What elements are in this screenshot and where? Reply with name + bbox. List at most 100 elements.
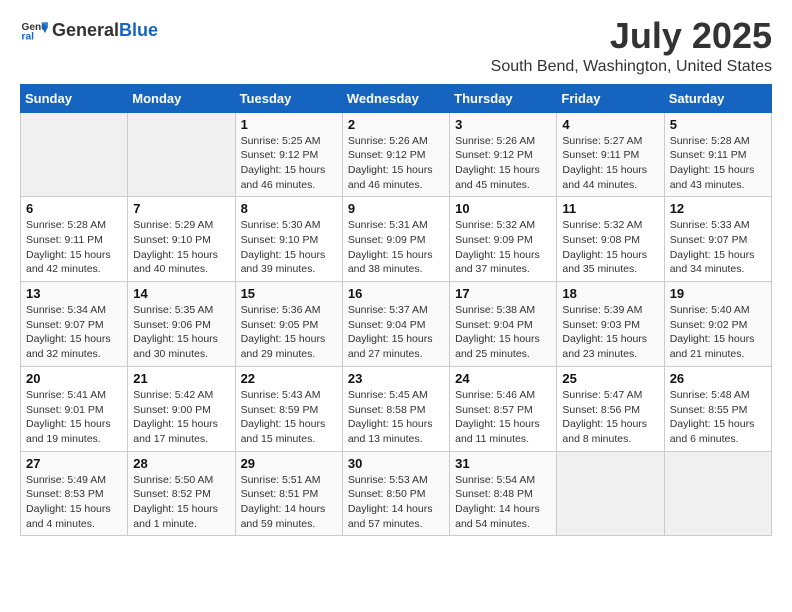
day-info: Sunrise: 5:54 AM Sunset: 8:48 PM Dayligh… xyxy=(455,473,551,532)
day-info: Sunrise: 5:45 AM Sunset: 8:58 PM Dayligh… xyxy=(348,388,444,447)
calendar-cell: 7Sunrise: 5:29 AM Sunset: 9:10 PM Daylig… xyxy=(128,197,235,282)
calendar-week-row: 1Sunrise: 5:25 AM Sunset: 9:12 PM Daylig… xyxy=(21,112,772,197)
header-cell: Tuesday xyxy=(235,84,342,112)
day-number: 16 xyxy=(348,286,444,301)
day-info: Sunrise: 5:34 AM Sunset: 9:07 PM Dayligh… xyxy=(26,303,122,362)
calendar-cell: 21 Sunrise: 5:42 AM Sunset: 9:00 PM Dayli… xyxy=(128,366,235,451)
logo-text-blue: Blue xyxy=(119,20,158,41)
day-info: Sunrise: 5:32 AM Sunset: 9:08 PM Dayligh… xyxy=(562,218,658,277)
calendar-cell: 5Sunrise: 5:28 AM Sunset: 9:11 PM Daylig… xyxy=(664,112,771,197)
calendar-cell: 20Sunrise: 5:41 AM Sunset: 9:01 PM Dayli… xyxy=(21,366,128,451)
day-info: Sunrise: 5:51 AM Sunset: 8:51 PM Dayligh… xyxy=(241,473,337,532)
day-number: 22 xyxy=(241,371,337,386)
main-title: July 2025 xyxy=(491,16,772,56)
day-number: 18 xyxy=(562,286,658,301)
day-info: Sunrise: 5:50 AM Sunset: 8:52 PM Dayligh… xyxy=(133,473,229,532)
day-info: Sunrise: 5:43 AM Sunset: 8:59 PM Dayligh… xyxy=(241,388,337,447)
calendar-cell: 15 Sunrise: 5:36 AM Sunset: 9:05 PM Dayli… xyxy=(235,282,342,367)
calendar-cell: 22 Sunrise: 5:43 AM Sunset: 8:59 PM Dayli… xyxy=(235,366,342,451)
calendar-cell: 6Sunrise: 5:28 AM Sunset: 9:11 PM Daylig… xyxy=(21,197,128,282)
header-cell: Friday xyxy=(557,84,664,112)
day-info: Sunrise: 5:48 AM Sunset: 8:55 PM Dayligh… xyxy=(670,388,766,447)
calendar-cell: 27Sunrise: 5:49 AM Sunset: 8:53 PM Dayli… xyxy=(21,451,128,536)
calendar-cell: 30 Sunrise: 5:53 AM Sunset: 8:50 PM Dayli… xyxy=(342,451,449,536)
header-cell: Sunday xyxy=(21,84,128,112)
day-number: 2 xyxy=(348,117,444,132)
day-info: Sunrise: 5:27 AM Sunset: 9:11 PM Dayligh… xyxy=(562,134,658,193)
calendar-cell: 19Sunrise: 5:40 AM Sunset: 9:02 PM Dayli… xyxy=(664,282,771,367)
calendar-cell: 1Sunrise: 5:25 AM Sunset: 9:12 PM Daylig… xyxy=(235,112,342,197)
day-info: Sunrise: 5:37 AM Sunset: 9:04 PM Dayligh… xyxy=(348,303,444,362)
page-header: Gene ral GeneralBlue July 2025 South Ben… xyxy=(20,16,772,76)
day-info: Sunrise: 5:53 AM Sunset: 8:50 PM Dayligh… xyxy=(348,473,444,532)
calendar-week-row: 27Sunrise: 5:49 AM Sunset: 8:53 PM Dayli… xyxy=(21,451,772,536)
day-number: 17 xyxy=(455,286,551,301)
logo-icon: Gene ral xyxy=(20,16,48,44)
logo: Gene ral GeneralBlue xyxy=(20,16,158,44)
day-info: Sunrise: 5:33 AM Sunset: 9:07 PM Dayligh… xyxy=(670,218,766,277)
day-number: 26 xyxy=(670,371,766,386)
day-number: 15 xyxy=(241,286,337,301)
header-cell: Wednesday xyxy=(342,84,449,112)
calendar-cell: 12 Sunrise: 5:33 AM Sunset: 9:07 PM Dayli… xyxy=(664,197,771,282)
calendar-cell xyxy=(128,112,235,197)
day-number: 5 xyxy=(670,117,766,132)
day-number: 8 xyxy=(241,201,337,216)
day-number: 24 xyxy=(455,371,551,386)
day-info: Sunrise: 5:36 AM Sunset: 9:05 PM Dayligh… xyxy=(241,303,337,362)
day-info: Sunrise: 5:49 AM Sunset: 8:53 PM Dayligh… xyxy=(26,473,122,532)
subtitle: South Bend, Washington, United States xyxy=(491,58,772,76)
day-info: Sunrise: 5:29 AM Sunset: 9:10 PM Dayligh… xyxy=(133,218,229,277)
day-number: 10 xyxy=(455,201,551,216)
calendar-cell: 14 Sunrise: 5:35 AM Sunset: 9:06 PM Dayli… xyxy=(128,282,235,367)
calendar-cell: 17 Sunrise: 5:38 AM Sunset: 9:04 PM Dayli… xyxy=(450,282,557,367)
calendar-cell: 8 Sunrise: 5:30 AM Sunset: 9:10 PM Daylig… xyxy=(235,197,342,282)
day-info: Sunrise: 5:42 AM Sunset: 9:00 PM Dayligh… xyxy=(133,388,229,447)
day-number: 9 xyxy=(348,201,444,216)
title-area: July 2025 South Bend, Washington, United… xyxy=(491,16,772,76)
day-number: 31 xyxy=(455,456,551,471)
day-number: 28 xyxy=(133,456,229,471)
calendar-cell: 26 Sunrise: 5:48 AM Sunset: 8:55 PM Dayli… xyxy=(664,366,771,451)
day-info: Sunrise: 5:30 AM Sunset: 9:10 PM Dayligh… xyxy=(241,218,337,277)
day-info: Sunrise: 5:31 AM Sunset: 9:09 PM Dayligh… xyxy=(348,218,444,277)
day-info: Sunrise: 5:47 AM Sunset: 8:56 PM Dayligh… xyxy=(562,388,658,447)
day-number: 25 xyxy=(562,371,658,386)
day-info: Sunrise: 5:28 AM Sunset: 9:11 PM Dayligh… xyxy=(26,218,122,277)
calendar-cell: 24 Sunrise: 5:46 AM Sunset: 8:57 PM Dayli… xyxy=(450,366,557,451)
day-number: 19 xyxy=(670,286,766,301)
day-info: Sunrise: 5:25 AM Sunset: 9:12 PM Dayligh… xyxy=(241,134,337,193)
day-info: Sunrise: 5:41 AM Sunset: 9:01 PM Dayligh… xyxy=(26,388,122,447)
day-number: 11 xyxy=(562,201,658,216)
calendar-cell: 4 Sunrise: 5:27 AM Sunset: 9:11 PM Daylig… xyxy=(557,112,664,197)
day-number: 21 xyxy=(133,371,229,386)
day-number: 14 xyxy=(133,286,229,301)
day-number: 29 xyxy=(241,456,337,471)
calendar-cell: 10 Sunrise: 5:32 AM Sunset: 9:09 PM Dayli… xyxy=(450,197,557,282)
header-cell: Thursday xyxy=(450,84,557,112)
day-number: 13 xyxy=(26,286,122,301)
day-info: Sunrise: 5:38 AM Sunset: 9:04 PM Dayligh… xyxy=(455,303,551,362)
day-number: 12 xyxy=(670,201,766,216)
day-info: Sunrise: 5:46 AM Sunset: 8:57 PM Dayligh… xyxy=(455,388,551,447)
calendar-cell: 29 Sunrise: 5:51 AM Sunset: 8:51 PM Dayli… xyxy=(235,451,342,536)
day-info: Sunrise: 5:39 AM Sunset: 9:03 PM Dayligh… xyxy=(562,303,658,362)
svg-text:ral: ral xyxy=(22,31,35,42)
day-info: Sunrise: 5:26 AM Sunset: 9:12 PM Dayligh… xyxy=(348,134,444,193)
logo-text-general: General xyxy=(52,20,119,41)
day-number: 23 xyxy=(348,371,444,386)
day-info: Sunrise: 5:32 AM Sunset: 9:09 PM Dayligh… xyxy=(455,218,551,277)
calendar-week-row: 20Sunrise: 5:41 AM Sunset: 9:01 PM Dayli… xyxy=(21,366,772,451)
calendar-cell: 2 Sunrise: 5:26 AM Sunset: 9:12 PM Daylig… xyxy=(342,112,449,197)
header-row: SundayMondayTuesdayWednesdayThursdayFrid… xyxy=(21,84,772,112)
header-cell: Monday xyxy=(128,84,235,112)
calendar-cell: 31 Sunrise: 5:54 AM Sunset: 8:48 PM Dayli… xyxy=(450,451,557,536)
calendar-cell xyxy=(664,451,771,536)
day-number: 4 xyxy=(562,117,658,132)
day-info: Sunrise: 5:35 AM Sunset: 9:06 PM Dayligh… xyxy=(133,303,229,362)
calendar-cell: 18 Sunrise: 5:39 AM Sunset: 9:03 PM Dayli… xyxy=(557,282,664,367)
calendar-cell: 28 Sunrise: 5:50 AM Sunset: 8:52 PM Dayli… xyxy=(128,451,235,536)
calendar-cell: 16 Sunrise: 5:37 AM Sunset: 9:04 PM Dayli… xyxy=(342,282,449,367)
calendar-cell xyxy=(557,451,664,536)
day-number: 30 xyxy=(348,456,444,471)
